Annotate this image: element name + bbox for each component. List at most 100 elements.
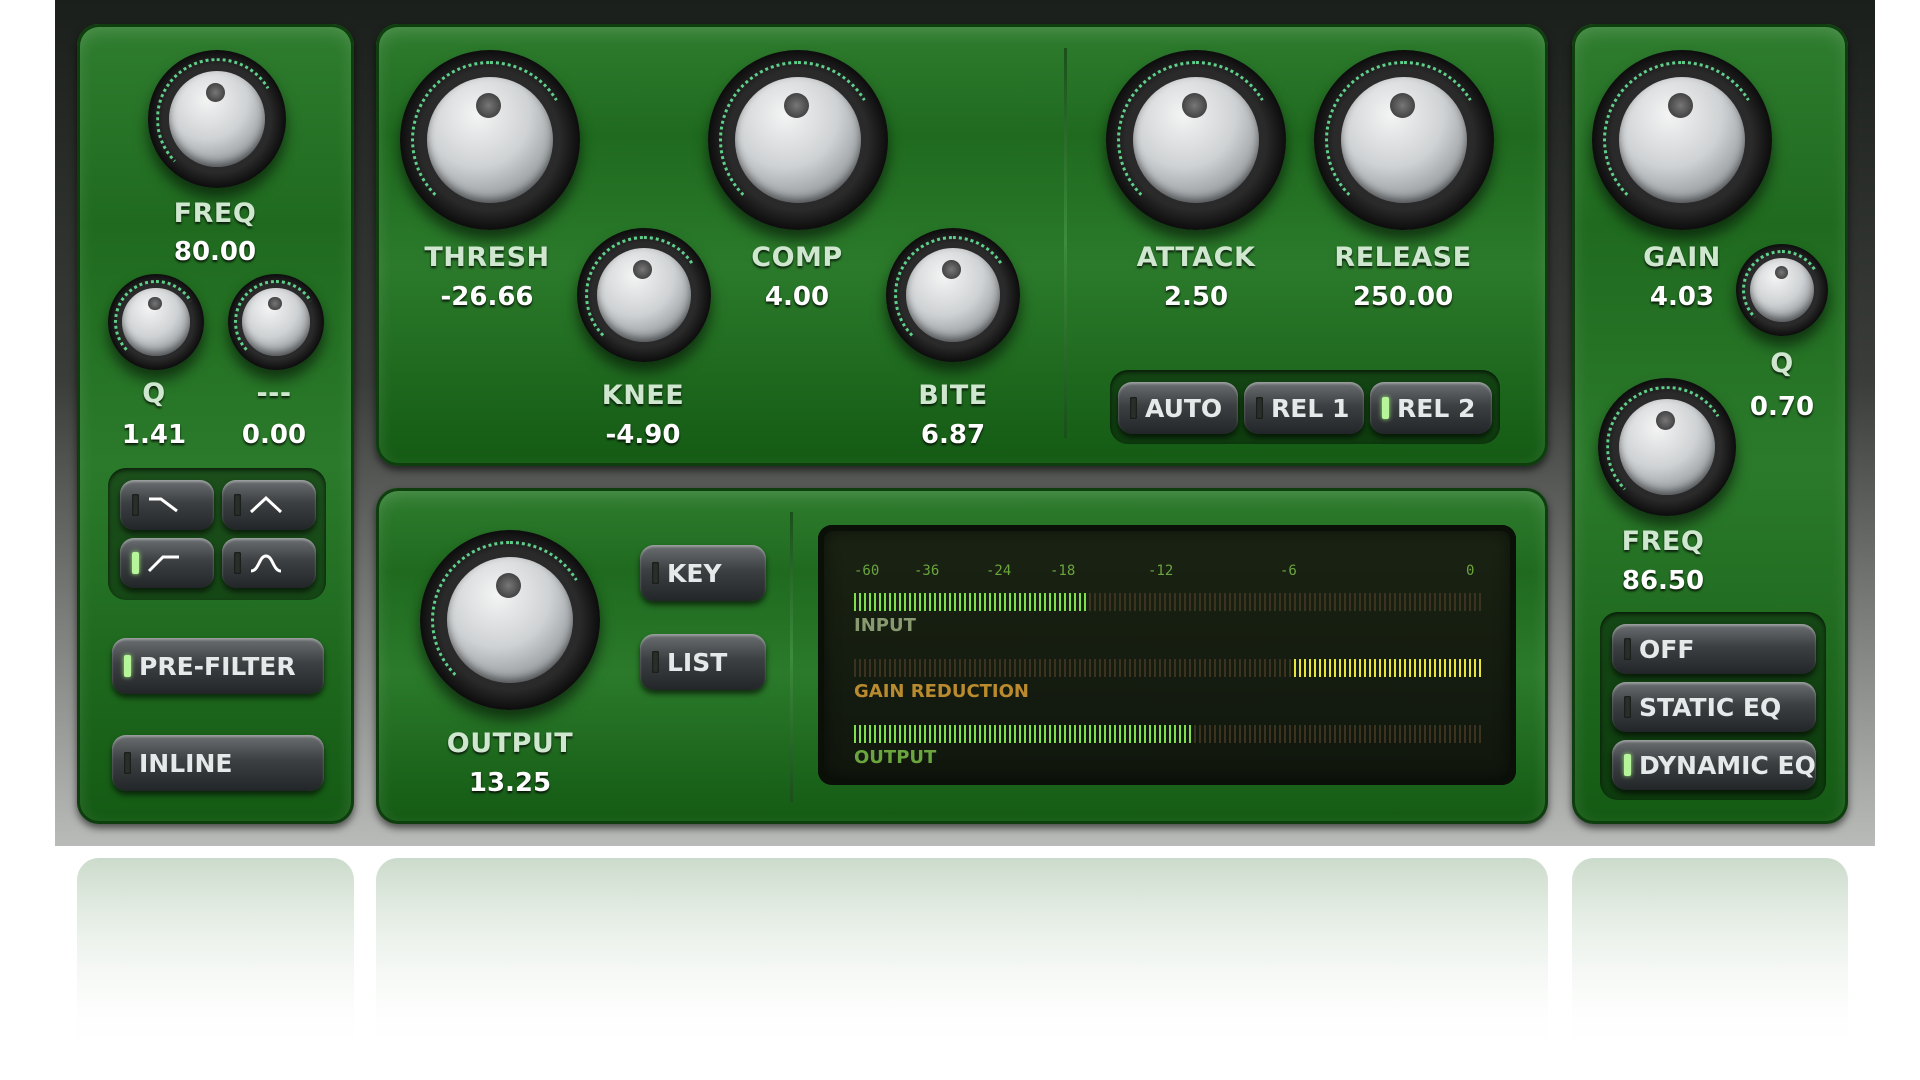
list-label: LIST [667, 647, 728, 677]
comp-label: COMP [751, 242, 843, 273]
prefilter-label: PRE-FILTER [139, 651, 296, 681]
knee-value[interactable]: -4.90 [578, 420, 708, 450]
eq-freq-value[interactable]: 86.50 [1598, 566, 1728, 596]
attack-knob[interactable] [1106, 50, 1286, 230]
output-meter-bar [854, 725, 1482, 743]
eq-gain-knob[interactable] [1592, 50, 1772, 230]
notch-led [234, 552, 241, 574]
meter-scale-12: -12 [1148, 563, 1174, 579]
key-label: KEY [667, 558, 722, 588]
prefilter-led [124, 655, 131, 677]
knee-label: KNEE [601, 380, 685, 411]
comp-knob[interactable] [708, 50, 888, 230]
bite-knob[interactable] [886, 228, 1020, 362]
eq-off-label: OFF [1639, 634, 1695, 664]
filter-q-knob[interactable] [108, 274, 204, 370]
eq-off-button[interactable]: OFF [1612, 624, 1816, 674]
output-label: OUTPUT [446, 728, 574, 759]
gain-reduction-meter-fill [1293, 659, 1482, 677]
gain-reduction-meter-label: GAIN REDUCTION [854, 681, 1029, 702]
compressor-divider [1064, 48, 1067, 438]
comp-value[interactable]: 4.00 [722, 282, 872, 312]
filter-freq-label: FREQ [173, 198, 257, 229]
thresh-value[interactable]: -26.66 [412, 282, 562, 312]
notch-icon [250, 554, 282, 573]
high-shelf-button[interactable] [120, 480, 214, 530]
eq-off-led [1624, 638, 1631, 660]
static-eq-led [1624, 696, 1631, 718]
rel2-label: REL 2 [1397, 393, 1476, 423]
release-label: RELEASE [1334, 242, 1472, 273]
static-eq-button[interactable]: STATIC EQ [1612, 682, 1816, 732]
bite-value[interactable]: 6.87 [888, 420, 1018, 450]
thresh-label: THRESH [424, 242, 550, 273]
eq-gain-label: GAIN [1643, 242, 1721, 273]
filter-freq-knob[interactable] [148, 50, 286, 188]
meter-scale-60: -60 [854, 563, 880, 579]
meter-scale-36: -36 [914, 563, 940, 579]
meter-scale-24: -24 [986, 563, 1012, 579]
output-value[interactable]: 13.25 [430, 768, 590, 798]
plugin-reflection [55, 848, 1875, 1080]
output-meter-label: OUTPUT [854, 747, 937, 768]
gain-reduction-meter-bar [854, 659, 1482, 677]
knee-knob[interactable] [577, 228, 711, 362]
key-button[interactable]: KEY [640, 545, 766, 601]
release-knob[interactable] [1314, 50, 1494, 230]
list-led [652, 651, 659, 673]
low-shelf-icon [147, 555, 179, 573]
auto-release-button[interactable]: AUTO [1118, 382, 1238, 434]
auto-release-led [1130, 397, 1137, 419]
filter-freq-value[interactable]: 80.00 [150, 237, 280, 267]
auto-release-label: AUTO [1145, 393, 1223, 423]
list-button[interactable]: LIST [640, 634, 766, 690]
high-shelf-icon [149, 497, 178, 513]
low-shelf-button[interactable] [120, 538, 214, 588]
thresh-knob[interactable] [400, 50, 580, 230]
level-meter-display: -60 -36 -24 -18 -12 -6 0 INPUT GAIN REDU… [818, 525, 1516, 785]
rel2-button[interactable]: REL 2 [1370, 382, 1492, 434]
bite-label: BITE [918, 380, 988, 411]
attack-value[interactable]: 2.50 [1116, 282, 1276, 312]
eq-freq-knob[interactable] [1598, 378, 1736, 516]
input-meter-label: INPUT [854, 615, 916, 636]
attack-label: ATTACK [1136, 242, 1256, 273]
meter-scale-0: 0 [1466, 563, 1475, 579]
filter-gain-knob[interactable] [228, 274, 324, 370]
peak-icon [249, 495, 283, 514]
inline-label: INLINE [139, 748, 233, 778]
input-meter-fill [854, 593, 1087, 611]
peak-button[interactable] [222, 480, 316, 530]
eq-gain-value[interactable]: 4.03 [1612, 282, 1752, 312]
key-led [652, 562, 659, 584]
inline-led [124, 752, 131, 774]
low-shelf-led [132, 552, 139, 574]
release-value[interactable]: 250.00 [1318, 282, 1488, 312]
rel2-led [1382, 397, 1389, 419]
input-meter-bar [854, 593, 1482, 611]
filter-q-value[interactable]: 1.41 [106, 420, 202, 450]
high-shelf-led [132, 494, 139, 516]
peak-led [234, 494, 241, 516]
filter-gain-label: --- [256, 378, 292, 409]
rel1-button[interactable]: REL 1 [1244, 382, 1364, 434]
eq-q-label: Q [1770, 348, 1794, 379]
filter-q-label: Q [142, 378, 166, 409]
eq-freq-label: FREQ [1621, 526, 1705, 557]
dynamic-eq-led [1624, 754, 1631, 776]
filter-gain-value[interactable]: 0.00 [226, 420, 322, 450]
rel1-label: REL 1 [1271, 393, 1350, 423]
static-eq-label: STATIC EQ [1639, 692, 1782, 722]
output-meter-fill [854, 725, 1194, 743]
dynamic-eq-button[interactable]: DYNAMIC EQ [1612, 740, 1816, 790]
notch-button[interactable] [222, 538, 316, 588]
eq-q-value[interactable]: 0.70 [1736, 392, 1828, 422]
dynamic-eq-label: DYNAMIC EQ [1639, 750, 1816, 780]
output-divider [790, 512, 793, 802]
meter-scale-6: -6 [1280, 563, 1297, 579]
output-knob[interactable] [420, 530, 600, 710]
inline-button[interactable]: INLINE [112, 735, 324, 791]
meter-scale-18: -18 [1050, 563, 1076, 579]
eq-q-knob[interactable] [1736, 244, 1828, 336]
prefilter-button[interactable]: PRE-FILTER [112, 638, 324, 694]
